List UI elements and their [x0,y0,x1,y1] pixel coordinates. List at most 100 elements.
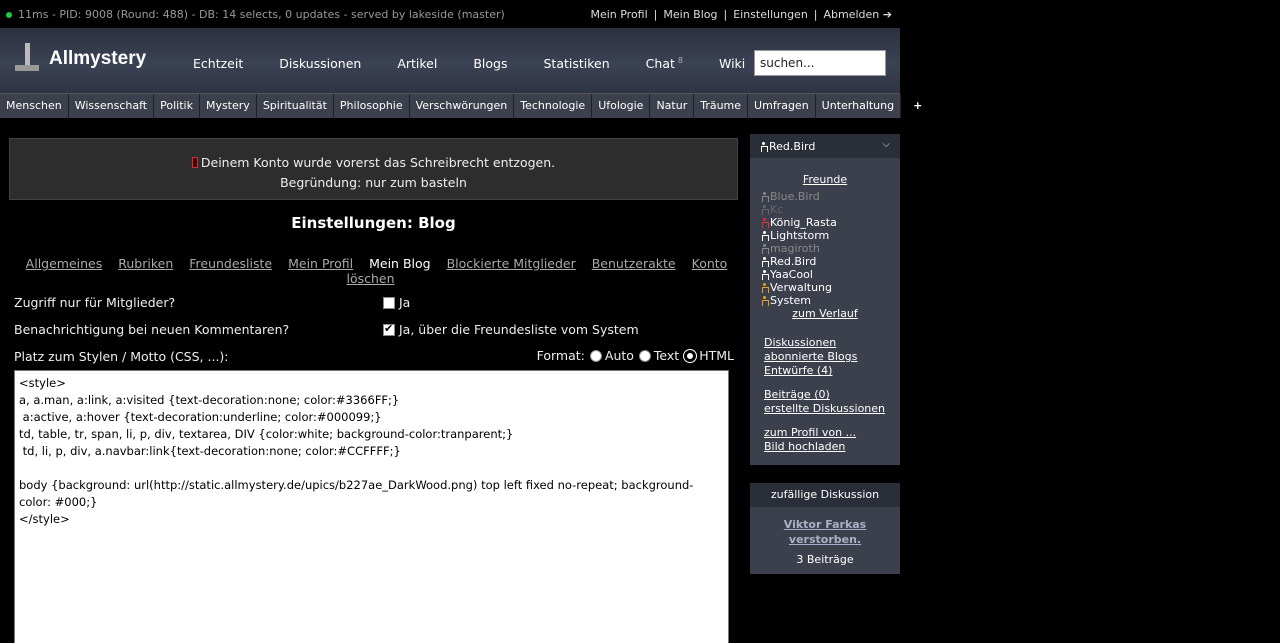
category-politik[interactable]: Politik [154,94,200,118]
friend-name: Kc [770,203,784,216]
friend-item[interactable]: Kc [761,203,900,216]
random-discussion-panel: zufällige Diskussion Viktor Farkas verst… [750,483,900,574]
random-discussion-link[interactable]: Viktor Farkas verstorben. [750,517,900,547]
main-nav: Echtzeit Diskussionen Artikel Blogs Stat… [175,56,763,71]
tab-allgemeines[interactable]: Allgemeines [26,256,103,271]
posts-link[interactable]: Beiträge (0) [764,388,900,402]
access-checkbox[interactable] [383,296,395,309]
notify-option-label: Ja, über die Freundesliste vom System [399,322,639,337]
category-spiritualitaet[interactable]: Spiritualität [257,94,334,118]
user-icon [761,231,769,241]
category-technologie[interactable]: Technologie [514,94,593,118]
my-blog-link[interactable]: Mein Blog [657,8,723,21]
user-icon [761,244,769,254]
style-label: Platz zum Stylen / Motto (CSS, ...): [14,349,229,364]
user-icon [761,218,769,228]
tab-blockierte-mitglieder[interactable]: Blockierte Mitglieder [447,256,576,271]
profile-of-link[interactable]: zum Profil von ... [764,426,900,440]
format-selector: Format: Auto Text HTML [537,348,734,363]
user-icon [760,141,768,152]
account-links: Mein Profil | Mein Blog | Einstellungen | A… [584,8,898,21]
friend-item[interactable]: Lightstorm [761,229,900,242]
site-header: Allmystery Echtzeit Diskussionen Artikel… [0,28,900,93]
tab-mein-blog[interactable]: Mein Blog [369,256,430,271]
format-text-radio[interactable] [638,349,651,362]
discussions-link[interactable]: Diskussionen [764,336,900,350]
nav-statistiken[interactable]: Statistiken [526,56,628,71]
friend-item[interactable]: YaaCool [761,268,900,281]
more-categories-button[interactable]: + [901,94,934,118]
tab-freundesliste[interactable]: Freundesliste [189,256,272,271]
random-discussion-title: zufällige Diskussion [750,483,900,507]
created-discussions-link[interactable]: erstellte Diskussionen [764,402,900,416]
tab-rubriken[interactable]: Rubriken [118,256,173,271]
access-option-label: Ja [399,295,411,310]
user-panel-header[interactable]: Red.Bird ⌵ [750,134,900,158]
category-umfragen[interactable]: Umfragen [748,94,816,118]
notice-reason: Begründung: nur zum basteln [280,175,467,190]
user-icon [761,192,769,202]
category-traeume[interactable]: Träume [694,94,749,118]
nav-chat-label: Chat [645,56,675,72]
friend-item[interactable]: Blue.Bird [761,190,900,203]
nav-artikel[interactable]: Artikel [379,56,455,71]
notice-line-1: Deinem Konto wurde vorerst das Schreibre… [10,153,737,173]
format-text-label: Text [653,348,680,363]
category-menschen[interactable]: Menschen [0,94,69,118]
username: Red.Bird [769,139,816,153]
friend-name: YaaCool [770,268,813,281]
subscribed-blogs-link[interactable]: abonnierte Blogs [764,350,900,364]
friend-item[interactable]: Red.Bird [761,255,900,268]
friend-name: Red.Bird [770,255,817,268]
settings-link[interactable]: Einstellungen [727,8,814,21]
friend-name: magiroth [770,242,820,255]
user-links-1: Diskussionen abonnierte Blogs Entwürfe (… [764,336,900,378]
tab-benutzerakte[interactable]: Benutzerakte [592,256,676,271]
friend-item[interactable]: Verwaltung [761,281,900,294]
category-philosophie[interactable]: Philosophie [334,94,410,118]
category-unterhaltung[interactable]: Unterhaltung [816,94,902,118]
notify-option[interactable]: Ja, über die Freundesliste vom System [383,322,639,337]
friend-item[interactable]: System [761,294,900,307]
logout-link[interactable]: Abmelden ➔ [818,8,898,21]
user-icon [761,283,769,293]
format-auto-radio[interactable] [589,349,602,362]
friend-name: König_Rasta [770,216,837,229]
category-ufologie[interactable]: Ufologie [592,94,651,118]
style-textarea[interactable]: <style> a, a.man, a:link, a:visited {tex… [14,370,729,643]
drafts-link[interactable]: Entwürfe (4) [764,364,900,378]
category-bar: Menschen Wissenschaft Politik Mystery Sp… [0,93,922,118]
notify-label: Benachrichtigung bei neuen Kommentaren? [14,322,290,337]
notify-checkbox[interactable] [383,322,395,336]
nav-blogs[interactable]: Blogs [455,56,525,71]
server-info: 11ms - PID: 9008 (Round: 488) - DB: 14 s… [6,8,505,21]
upload-image-link[interactable]: Bild hochladen [764,440,900,454]
settings-tabs: Allgemeines Rubriken Freundesliste Mein … [0,256,747,286]
page-title: Einstellungen: Blog [291,214,456,232]
nav-chat[interactable]: Chat 8 [628,56,701,71]
history-link[interactable]: zum Verlauf [750,307,900,320]
friend-item[interactable]: magiroth [761,242,900,255]
friend-name: System [770,294,812,307]
format-label: Format: [536,348,585,363]
nav-diskussionen[interactable]: Diskussionen [261,56,379,71]
warning-icon [191,157,198,168]
category-wissenschaft[interactable]: Wissenschaft [69,94,155,118]
access-label: Zugriff nur für Mitglieder? [14,295,176,310]
site-logo[interactable]: Allmystery [15,43,146,75]
search-input[interactable] [754,50,886,76]
category-verschwoerungen[interactable]: Verschwörungen [410,94,515,118]
chat-count-badge: 8 [677,56,683,65]
friends-list: Blue.Bird Kc König_Rasta Lightstorm magiroth… [761,190,900,307]
tab-mein-profil[interactable]: Mein Profil [288,256,353,271]
user-links-2: Beiträge (0) erstellte Diskussionen [764,388,900,416]
category-mystery[interactable]: Mystery [200,94,257,118]
format-html-radio[interactable] [684,349,697,362]
access-option[interactable]: Ja [383,295,410,310]
friend-item[interactable]: König_Rasta [761,216,900,229]
category-natur[interactable]: Natur [650,94,695,118]
nav-echtzeit[interactable]: Echtzeit [175,56,261,71]
my-profile-link[interactable]: Mein Profil [584,8,653,21]
chevron-down-icon[interactable]: ⌵ [882,139,890,150]
friends-link[interactable]: Freunde [803,173,847,186]
